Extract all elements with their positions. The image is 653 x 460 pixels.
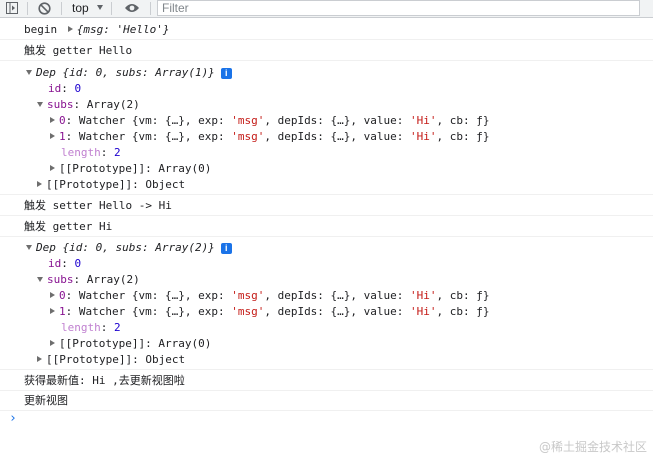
context-selector[interactable]: top bbox=[72, 1, 89, 15]
log-text: begin bbox=[24, 23, 58, 36]
dep-subs-property[interactable]: subs: Array(2) bbox=[37, 97, 140, 113]
array-prototype[interactable]: [[Prototype]]: Array(0) bbox=[50, 161, 211, 177]
info-icon[interactable]: i bbox=[220, 68, 232, 79]
expand-triangle-icon[interactable] bbox=[50, 308, 55, 314]
object-prototype[interactable]: [[Prototype]]: Object bbox=[37, 177, 185, 193]
sidebar-toggle-icon[interactable] bbox=[6, 1, 18, 15]
filter-input[interactable] bbox=[157, 0, 640, 16]
expand-triangle-icon[interactable] bbox=[37, 356, 42, 362]
dep-subs-property[interactable]: subs: Array(2) bbox=[37, 272, 140, 288]
eye-icon[interactable] bbox=[124, 1, 140, 15]
expand-triangle-icon[interactable] bbox=[67, 26, 73, 32]
log-getter-hi: 触发 getter Hi bbox=[24, 220, 113, 233]
console-toolbar: top bbox=[0, 0, 653, 18]
watcher-item[interactable]: 1: Watcher {vm: {…}, exp: 'msg', depIds:… bbox=[50, 304, 490, 320]
console-prompt-icon[interactable]: › bbox=[9, 411, 17, 426]
expand-triangle-icon[interactable] bbox=[50, 133, 55, 139]
dep-id-property: id: 0 bbox=[48, 257, 82, 270]
expand-triangle-icon[interactable] bbox=[50, 165, 55, 171]
clear-console-icon[interactable] bbox=[38, 1, 51, 15]
array-length-property: length: 2 bbox=[61, 321, 121, 334]
expand-triangle-icon[interactable] bbox=[50, 340, 55, 346]
chevron-down-icon[interactable] bbox=[97, 5, 103, 10]
collapse-triangle-icon[interactable] bbox=[37, 102, 43, 107]
dep-id-property: id: 0 bbox=[48, 82, 82, 95]
collapse-triangle-icon[interactable] bbox=[26, 245, 32, 250]
array-prototype[interactable]: [[Prototype]]: Array(0) bbox=[50, 336, 211, 352]
expand-triangle-icon[interactable] bbox=[37, 181, 42, 187]
log-update-view: 更新视图 bbox=[24, 394, 68, 407]
array-length-property: length: 2 bbox=[61, 146, 121, 159]
object-preview[interactable]: {msg: 'Hello'} bbox=[77, 23, 170, 36]
dep-object-summary[interactable]: Dep {id: 0, subs: Array(1)} i bbox=[26, 65, 232, 81]
log-setter: 触发 setter Hello -> Hi bbox=[24, 199, 172, 212]
watermark: @稀土掘金技术社区 bbox=[538, 440, 647, 454]
log-entry-update bbox=[0, 391, 653, 411]
object-prototype[interactable]: [[Prototype]]: Object bbox=[37, 352, 185, 368]
watcher-item[interactable]: 0: Watcher {vm: {…}, exp: 'msg', depIds:… bbox=[50, 288, 490, 304]
collapse-triangle-icon[interactable] bbox=[37, 277, 43, 282]
log-begin: begin {msg: 'Hello'} bbox=[24, 22, 169, 38]
dep-object-summary[interactable]: Dep {id: 0, subs: Array(2)} i bbox=[26, 240, 232, 256]
expand-triangle-icon[interactable] bbox=[50, 292, 55, 298]
expand-triangle-icon[interactable] bbox=[50, 117, 55, 123]
info-icon[interactable]: i bbox=[220, 243, 232, 254]
log-latest-value: 获得最新值: Hi ,去更新视图啦 bbox=[24, 374, 185, 387]
watcher-item[interactable]: 0: Watcher {vm: {…}, exp: 'msg', depIds:… bbox=[50, 113, 490, 129]
collapse-triangle-icon[interactable] bbox=[26, 70, 32, 75]
log-getter-hello: 触发 getter Hello bbox=[24, 44, 133, 57]
watcher-item[interactable]: 1: Watcher {vm: {…}, exp: 'msg', depIds:… bbox=[50, 129, 490, 145]
